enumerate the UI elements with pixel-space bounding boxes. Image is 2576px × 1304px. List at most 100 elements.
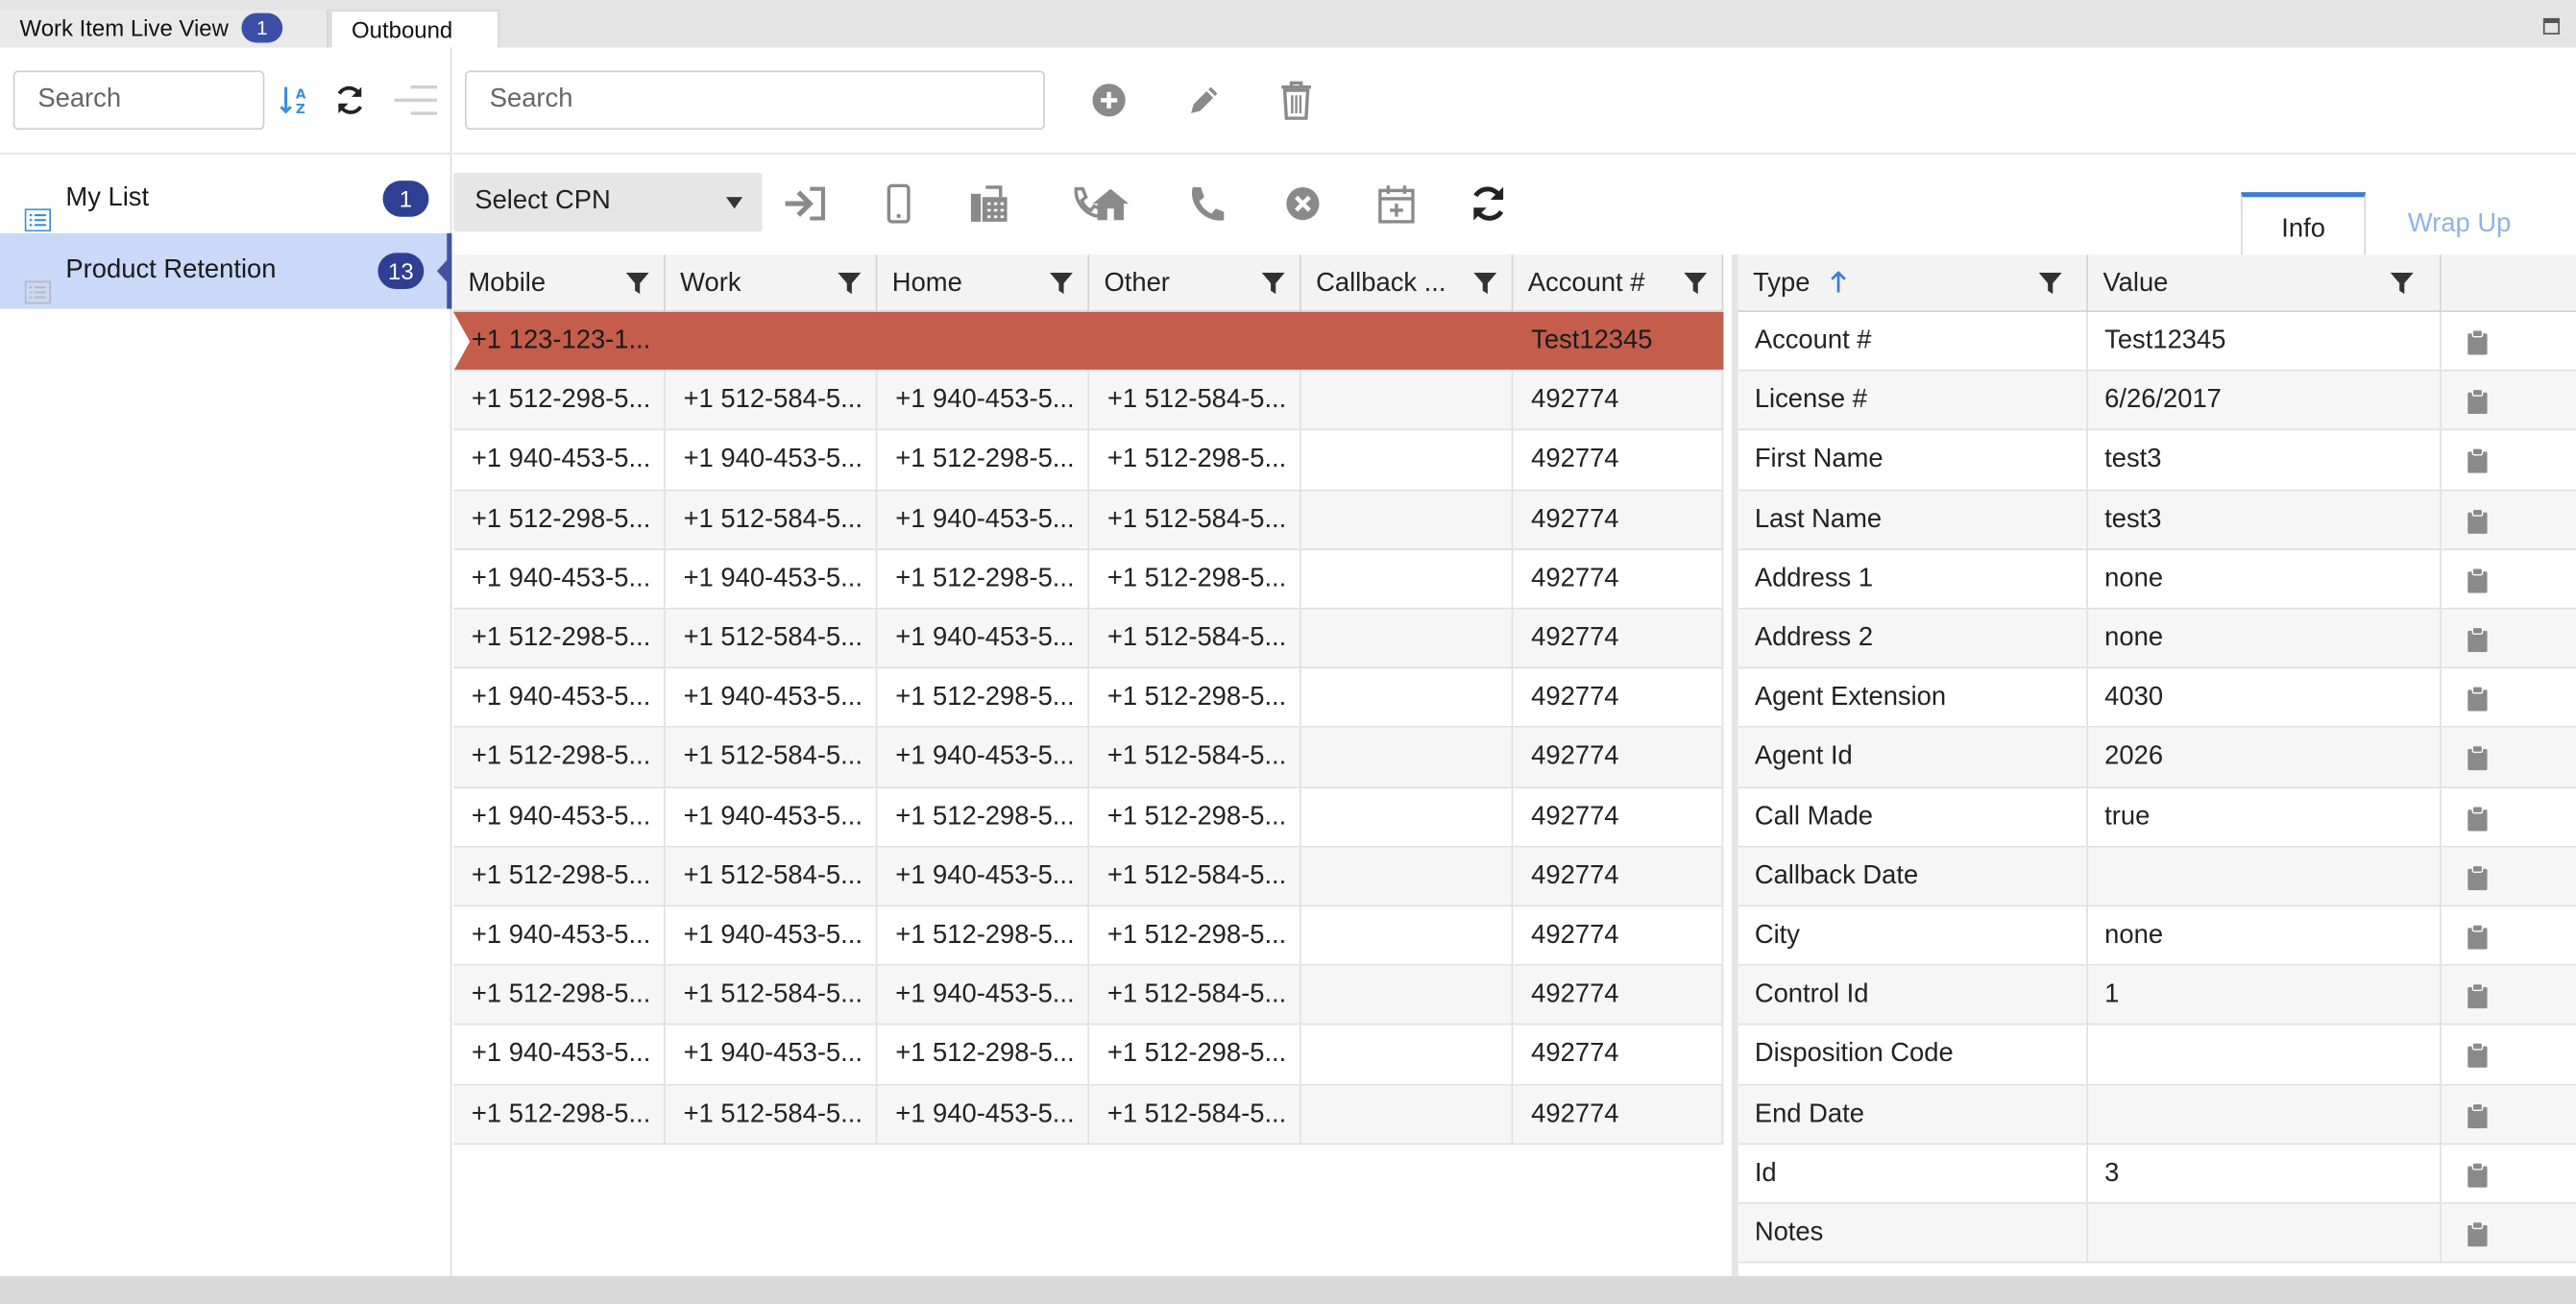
info-type-cell: Last Name	[1738, 490, 2089, 548]
cell-account: 492774	[1513, 609, 1724, 667]
column-header-account[interactable]: Account #	[1513, 254, 1724, 312]
clipboard-icon[interactable]	[2467, 448, 2488, 474]
tab-work-item-live-view[interactable]: Work Item Live View 1	[0, 10, 329, 48]
clipboard-icon[interactable]	[2467, 983, 2488, 1009]
cell-account: 492774	[1513, 668, 1724, 727]
filter-icon[interactable]	[625, 272, 649, 296]
table-row[interactable]: +1 940-453-5... +1 940-453-5... +1 512-298…	[453, 1026, 1724, 1085]
filter-icon[interactable]	[2390, 272, 2414, 296]
cell-other: +1 512-298-5...	[1089, 430, 1301, 490]
table-row[interactable]: +1 940-453-5... +1 940-453-5... +1 512-298…	[453, 906, 1724, 967]
tab-outbound[interactable]: Outbound	[329, 10, 499, 48]
cell-account: Test12345	[1513, 311, 1724, 371]
clipboard-icon[interactable]	[2467, 865, 2488, 890]
clipboard-icon[interactable]	[2467, 1043, 2488, 1069]
maximize-icon[interactable]	[2542, 17, 2560, 35]
cell-callback	[1301, 847, 1514, 906]
clipboard-icon[interactable]	[2467, 925, 2488, 950]
clipboard-icon[interactable]	[2467, 567, 2488, 593]
delete-trash-icon[interactable]	[1278, 79, 1315, 121]
clipboard-icon[interactable]	[2467, 687, 2488, 712]
sort-az-icon[interactable]: A Z	[279, 84, 312, 116]
filter-icon[interactable]	[1473, 272, 1497, 296]
clipboard-icon[interactable]	[2467, 508, 2488, 534]
cell-other: +1 512-298-5...	[1089, 787, 1301, 846]
call-home-icon[interactable]	[1068, 179, 1130, 228]
table-row[interactable]: +1 512-298-5... +1 512-584-5... +1 940-453…	[453, 609, 1724, 669]
column-header-work[interactable]: Work	[666, 254, 878, 312]
table-row[interactable]: +1 512-298-5... +1 512-584-5... +1 940-453…	[453, 1084, 1724, 1145]
table-row[interactable]: +1 512-298-5... +1 512-584-5... +1 940-453…	[453, 966, 1724, 1026]
column-header-label: Work	[680, 269, 741, 298]
table-row[interactable]: +1 512-298-5... +1 512-584-5... +1 940-453…	[453, 728, 1724, 788]
clipboard-icon[interactable]	[2467, 329, 2488, 355]
column-header-home[interactable]: Home	[877, 254, 1090, 312]
refresh-icon[interactable]	[1464, 179, 1513, 228]
table-row[interactable]: +1 940-453-5... +1 940-453-5... +1 512-298…	[453, 430, 1724, 491]
cell-home: +1 512-298-5...	[877, 906, 1090, 965]
horizontal-scrollbar[interactable]	[0, 1276, 2576, 1304]
copy-cell	[2442, 787, 2576, 845]
table-row[interactable]: +1 512-298-5... +1 512-584-5... +1 940-453…	[453, 490, 1724, 550]
clipboard-icon[interactable]	[2467, 1221, 2488, 1247]
list-item-my-list[interactable]: My List 1	[0, 161, 451, 237]
column-header-value[interactable]: Value	[2088, 254, 2442, 312]
clipboard-icon[interactable]	[2467, 806, 2488, 831]
record-search-input[interactable]	[465, 70, 1045, 131]
fax-icon[interactable]	[964, 179, 1013, 228]
cell-other: +1 512-298-5...	[1089, 549, 1301, 608]
column-header-type[interactable]: Type	[1738, 254, 2089, 312]
info-row: City none	[1738, 906, 2576, 967]
table-row[interactable]: +1 940-453-5... +1 940-453-5... +1 512-298…	[453, 787, 1724, 848]
list-search-input[interactable]	[12, 70, 265, 131]
menu-lines-icon[interactable]	[394, 81, 437, 120]
info-value-cell: 6/26/2017	[2088, 371, 2442, 430]
table-row[interactable]: +1 123-123-1... Test12345	[453, 311, 1724, 372]
calendar-add-icon[interactable]	[1372, 179, 1421, 228]
edit-pencil-icon[interactable]	[1183, 81, 1226, 120]
login-arrow-icon[interactable]	[780, 179, 829, 228]
clipboard-icon[interactable]	[2467, 1162, 2488, 1188]
copy-cell	[2442, 491, 2576, 548]
info-value-cell: test3	[2088, 430, 2442, 490]
cell-account: 492774	[1513, 371, 1724, 430]
table-row[interactable]: +1 940-453-5... +1 940-453-5... +1 512-298…	[453, 549, 1724, 610]
cell-account: 492774	[1513, 549, 1724, 608]
phone-icon[interactable]	[1181, 179, 1230, 228]
clipboard-icon[interactable]	[2467, 746, 2488, 771]
info-row: Id 3	[1738, 1144, 2576, 1204]
filter-icon[interactable]	[2038, 272, 2062, 296]
info-value-cell: 4030	[2088, 668, 2442, 727]
refresh-icon[interactable]	[332, 83, 367, 117]
mobile-phone-icon[interactable]	[874, 179, 923, 228]
info-value-cell: test3	[2088, 490, 2442, 548]
clipboard-icon[interactable]	[2467, 1102, 2488, 1128]
column-header-other[interactable]: Other	[1089, 254, 1301, 312]
list-sidebar: A Z	[0, 47, 452, 1277]
cell-mobile: +1 512-298-5...	[453, 371, 666, 430]
cell-callback	[1301, 609, 1514, 667]
filter-icon[interactable]	[1261, 272, 1285, 296]
info-row: Address 1 none	[1738, 549, 2576, 610]
table-row[interactable]: +1 512-298-5... +1 512-584-5... +1 940-453…	[453, 371, 1724, 431]
table-row[interactable]: +1 512-298-5... +1 512-584-5... +1 940-453…	[453, 847, 1724, 907]
clipboard-icon[interactable]	[2467, 627, 2488, 653]
cancel-circle-icon[interactable]	[1278, 179, 1327, 228]
cpn-select[interactable]: Select CPN	[453, 172, 763, 232]
column-header-mobile[interactable]: Mobile	[453, 254, 666, 312]
list-item-product-retention[interactable]: Product Retention 13	[0, 232, 452, 309]
cell-mobile: +1 512-298-5...	[453, 490, 666, 548]
filter-icon[interactable]	[838, 272, 862, 296]
tab-info[interactable]: Info	[2241, 192, 2367, 256]
add-icon[interactable]	[1089, 81, 1129, 120]
svg-text:A: A	[296, 87, 306, 103]
tab-wrap-up[interactable]: Wrap Up	[2392, 192, 2526, 256]
table-row[interactable]: +1 940-453-5... +1 940-453-5... +1 512-298…	[453, 668, 1724, 729]
filter-icon[interactable]	[1684, 272, 1708, 296]
tab-label: Work Item Live View	[19, 14, 229, 41]
filter-icon[interactable]	[1050, 272, 1073, 296]
clipboard-icon[interactable]	[2467, 389, 2488, 415]
column-header-callback[interactable]: Callback ...	[1301, 254, 1514, 312]
column-header-label: Mobile	[468, 269, 547, 298]
list-count-badge: 13	[377, 253, 425, 290]
